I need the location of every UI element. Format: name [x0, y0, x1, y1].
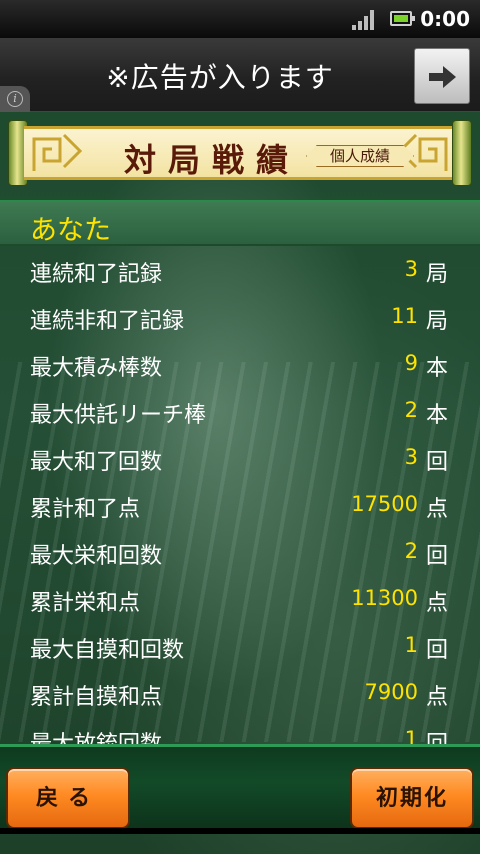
- stat-unit: 回: [426, 638, 449, 663]
- section-header: あなた: [0, 200, 480, 246]
- stat-unit: 点: [426, 685, 449, 710]
- battery-icon: [390, 11, 415, 26]
- page-title: 対局戦績: [124, 141, 301, 179]
- stat-unit: 点: [426, 591, 449, 616]
- stat-value: 2: [404, 398, 418, 422]
- stat-row: 最大和了回数 3 回: [0, 436, 480, 483]
- status-bar: 0:00: [0, 0, 480, 38]
- stat-label: 連続和了記録: [30, 262, 163, 287]
- ad-text: ※広告が入ります: [106, 61, 334, 94]
- stat-unit: 局: [426, 262, 449, 287]
- stat-row: 最大放銃回数 1 回: [0, 718, 480, 744]
- stat-unit: 点: [426, 497, 449, 522]
- ad-next-button[interactable]: [414, 48, 470, 104]
- section-label: あなた: [30, 215, 111, 246]
- stat-row: 連続非和了記録 11 局: [0, 295, 480, 342]
- stat-label: 最大放銃回数: [30, 726, 162, 744]
- back-button[interactable]: 戻る: [6, 767, 130, 829]
- stat-label: 最大供託リーチ棒: [30, 403, 207, 428]
- stat-value: 11: [391, 304, 418, 328]
- stat-row: 最大積み棒数 9 本: [0, 342, 480, 389]
- stats-list[interactable]: 連続和了記録 3 局 連続非和了記録 11 局 最大積み棒数 9 本 最大供託リ…: [0, 248, 480, 744]
- ad-banner[interactable]: ※広告が入ります i: [0, 38, 480, 112]
- stat-value: 9: [404, 351, 418, 375]
- stat-label: 最大積み棒数: [30, 356, 163, 381]
- corner-ornament-left: [32, 133, 83, 171]
- stat-unit: 本: [426, 403, 449, 428]
- page-subtitle: 個人成績: [306, 145, 414, 167]
- stat-row: 最大栄和回数 2 回: [0, 530, 480, 577]
- stat-label: 最大栄和回数: [30, 544, 163, 569]
- stat-label: 累計和了点: [30, 497, 141, 522]
- stat-label: 累計自摸和点: [30, 685, 163, 710]
- title-scroll: 対局戦績 個人成績: [8, 120, 472, 186]
- main-panel: 対局戦績 個人成績 あなた 連続和了記録 3 局 連続非和了記録 11 局 最大…: [0, 112, 480, 854]
- stat-label: 最大自摸和回数: [30, 638, 185, 663]
- stat-unit: 回: [426, 726, 448, 744]
- bottom-bar: 戻る 初期化: [0, 744, 480, 834]
- status-time: 0:00: [420, 7, 470, 31]
- stat-value: 17500: [351, 492, 418, 516]
- stat-unit: 回: [426, 450, 449, 475]
- stat-label: 累計栄和点: [30, 591, 141, 616]
- scroll-body: 対局戦績 個人成績: [24, 126, 456, 180]
- stat-value: 3: [404, 445, 418, 469]
- stat-value: 1: [404, 633, 418, 657]
- arrow-right-icon: [429, 66, 456, 88]
- stat-row: 累計和了点 17500 点: [0, 483, 480, 530]
- stat-label: 最大和了回数: [30, 450, 163, 475]
- stat-value: 2: [404, 539, 418, 563]
- stat-value: 11300: [351, 586, 418, 610]
- stat-unit: 回: [426, 544, 449, 569]
- stat-value: 7900: [364, 680, 418, 704]
- info-icon[interactable]: i: [0, 86, 30, 112]
- stat-row: 連続和了記録 3 局: [0, 248, 480, 295]
- stat-unit: 局: [426, 309, 449, 334]
- stat-value: 1: [404, 727, 418, 744]
- stat-row: 最大供託リーチ棒 2 本: [0, 389, 480, 436]
- stat-unit: 本: [426, 356, 449, 381]
- stat-row: 累計栄和点 11300 点: [0, 577, 480, 624]
- stat-value: 3: [404, 257, 418, 281]
- signal-icon: [352, 10, 376, 30]
- reset-button[interactable]: 初期化: [350, 767, 474, 829]
- scroll-rod-right: [452, 120, 472, 186]
- stat-row: 最大自摸和回数 1 回: [0, 624, 480, 671]
- stat-label: 連続非和了記録: [30, 309, 185, 334]
- stat-row: 累計自摸和点 7900 点: [0, 671, 480, 718]
